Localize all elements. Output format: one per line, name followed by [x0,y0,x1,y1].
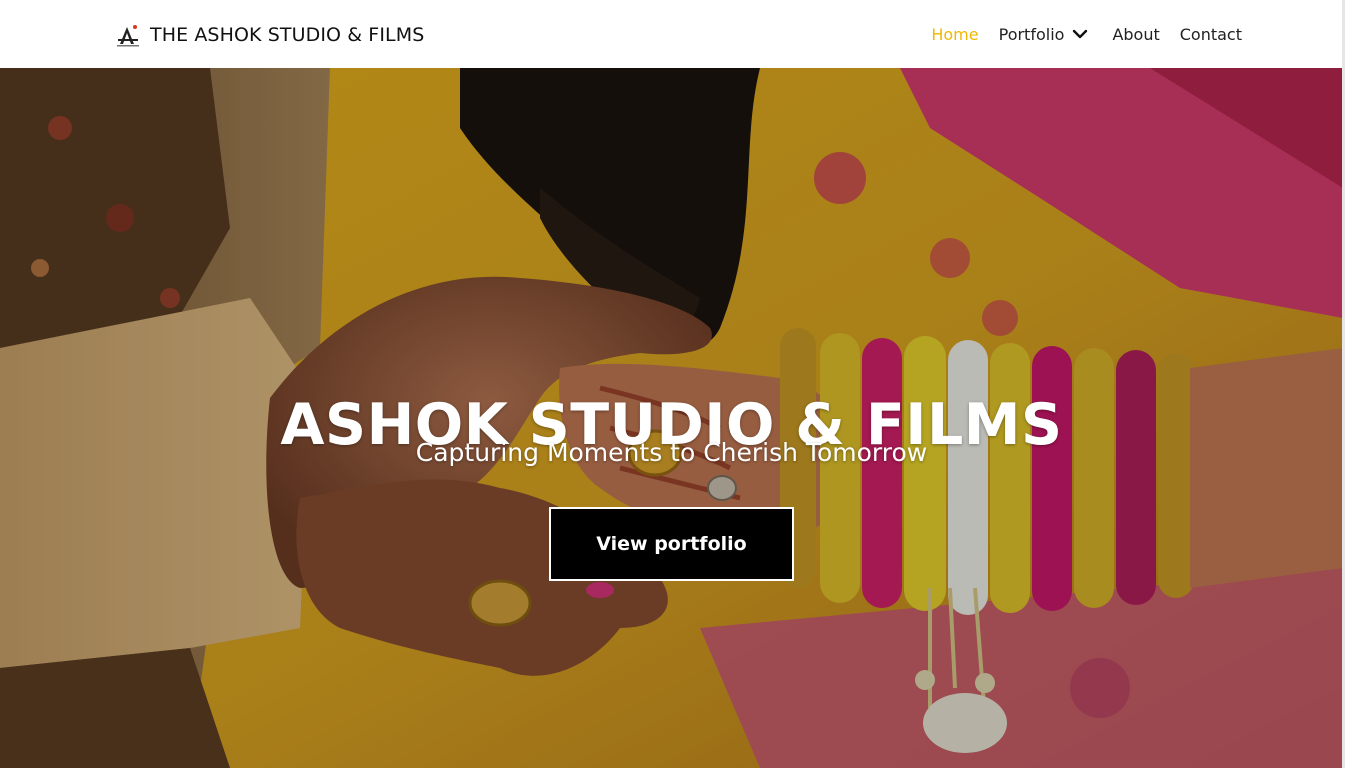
camera-logo-icon [117,25,139,47]
nav-about[interactable]: About [1112,25,1159,44]
brand-link[interactable]: THE ASHOK STUDIO & FILMS [114,22,424,48]
nav-portfolio-label: Portfolio [998,24,1065,44]
brand-name: THE ASHOK STUDIO & FILMS [150,24,425,46]
chevron-down-icon[interactable] [1072,26,1088,42]
nav-home[interactable]: Home [931,25,978,44]
main-nav: Home Portfolio About Contact [931,22,1242,46]
nav-contact[interactable]: Contact [1180,25,1242,44]
hero-section: ASHOK STUDIO & FILMS Capturing Moments t… [0,68,1343,768]
view-portfolio-button[interactable]: View portfolio [549,507,794,581]
page: THE ASHOK STUDIO & FILMS Home Portfolio … [0,0,1345,768]
nav-portfolio[interactable]: Portfolio [999,25,1089,44]
site-header: THE ASHOK STUDIO & FILMS Home Portfolio … [0,0,1345,68]
hero-subtitle: Capturing Moments to Cherish Tomorrow [415,438,928,467]
